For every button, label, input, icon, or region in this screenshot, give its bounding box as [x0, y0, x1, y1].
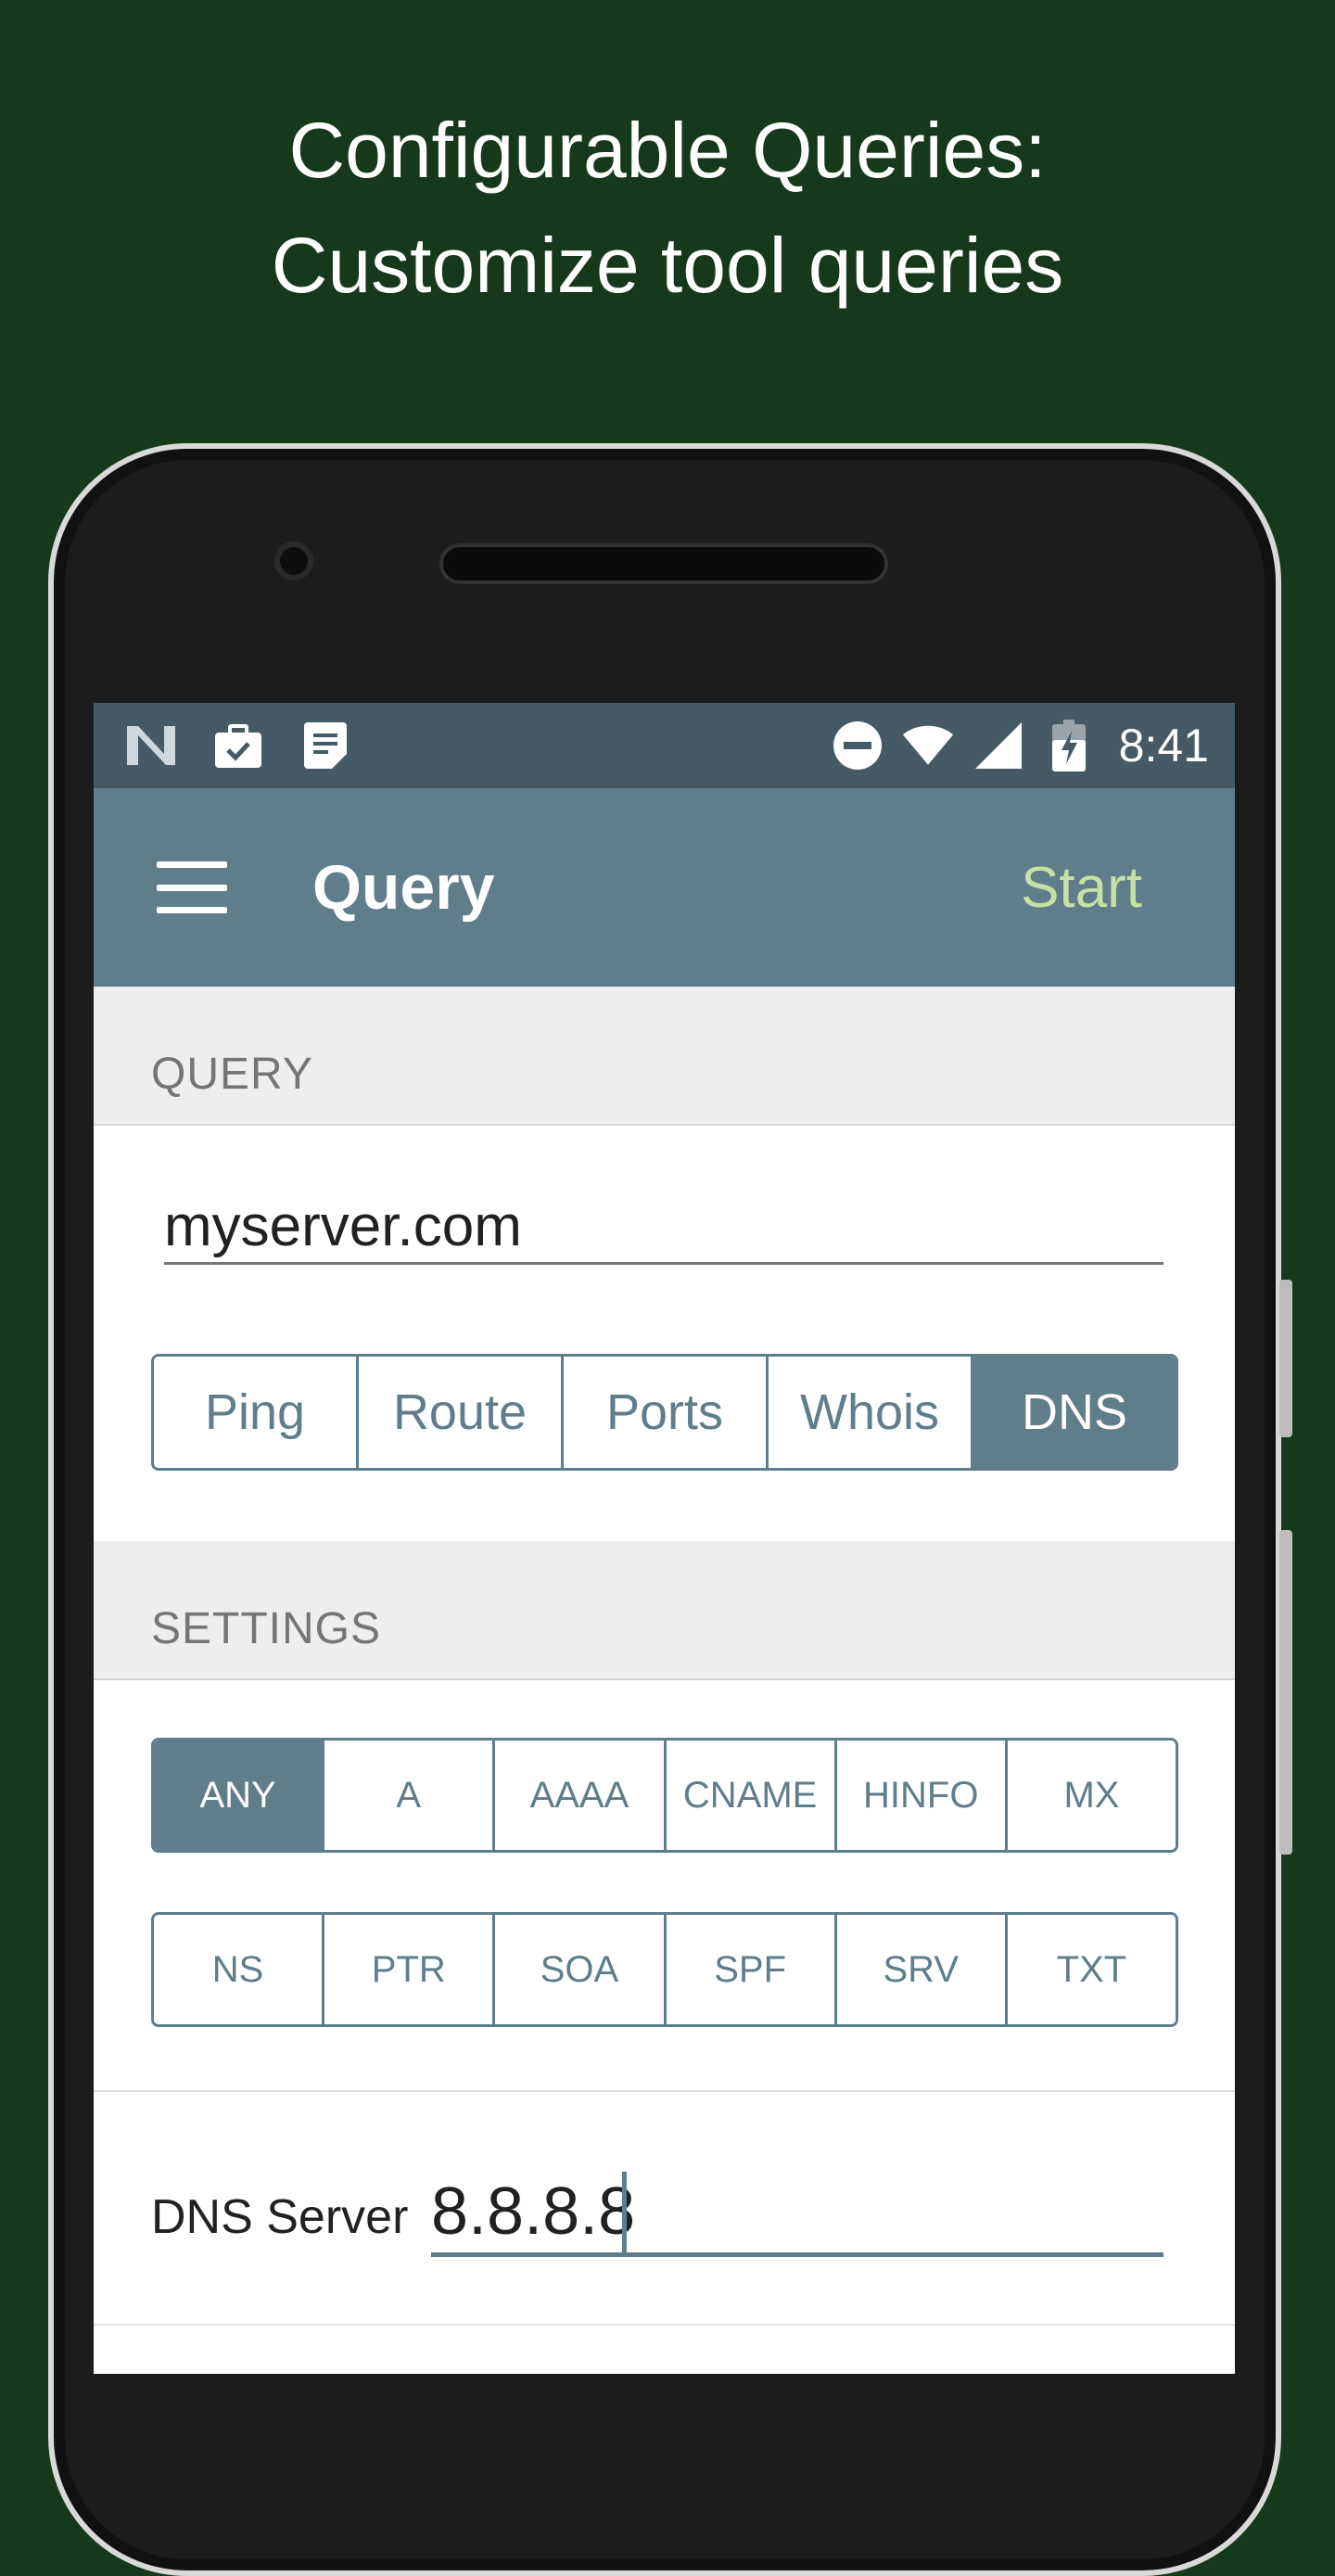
record-option-a[interactable]: A [324, 1741, 496, 1850]
notes-icon [299, 720, 351, 772]
settings-section-header: SETTINGS [94, 1541, 1235, 1680]
power-button [1279, 1280, 1292, 1437]
record-option-cname[interactable]: CNAME [666, 1741, 837, 1850]
record-option-soa[interactable]: SOA [495, 1915, 667, 2024]
work-briefcase-icon [212, 720, 264, 772]
do-not-disturb-icon [832, 720, 884, 772]
tool-option-route[interactable]: Route [359, 1357, 564, 1468]
cell-signal-icon [973, 720, 1024, 772]
tool-option-dns[interactable]: DNS [973, 1357, 1176, 1468]
record-type-row-1: ANY A AAAA CNAME HINFO MX [151, 1738, 1178, 1853]
promo-headline: Configurable Queries: Customize tool que… [0, 93, 1335, 323]
tool-option-ports[interactable]: Ports [564, 1357, 769, 1468]
status-bar: 8:41 [94, 703, 1235, 788]
tool-option-whois[interactable]: Whois [769, 1357, 973, 1468]
record-type-row-2: NS PTR SOA SPF SRV TXT [151, 1912, 1178, 2027]
start-button[interactable]: Start [1021, 855, 1142, 921]
status-time: 8:41 [1118, 720, 1209, 772]
record-option-aaaa[interactable]: AAAA [495, 1741, 667, 1850]
record-option-ptr[interactable]: PTR [324, 1915, 496, 2024]
wifi-icon [902, 720, 954, 772]
record-option-srv[interactable]: SRV [836, 1915, 1008, 2024]
record-option-mx[interactable]: MX [1007, 1741, 1176, 1850]
query-section-header: QUERY [94, 987, 1235, 1126]
page-title: Query [312, 852, 495, 923]
battery-charging-icon [1043, 720, 1095, 772]
earpiece-speaker [439, 543, 888, 584]
record-option-any[interactable]: ANY [154, 1741, 325, 1850]
query-input-row [94, 1126, 1235, 1283]
hamburger-menu-icon[interactable] [157, 861, 227, 913]
promo-line-2: Customize tool queries [271, 222, 1064, 309]
record-option-txt[interactable]: TXT [1007, 1915, 1176, 2024]
record-option-hinfo[interactable]: HINFO [836, 1741, 1008, 1850]
volume-button [1279, 1530, 1292, 1855]
dns-server-label: DNS Server [151, 2190, 409, 2244]
promo-line-1: Configurable Queries: [288, 107, 1047, 194]
record-option-spf[interactable]: SPF [666, 1915, 837, 2024]
text-cursor [622, 2172, 627, 2253]
record-type-area: ANY A AAAA CNAME HINFO MX NS PTR SOA SPF… [94, 1680, 1235, 2092]
record-option-ns[interactable]: NS [154, 1915, 325, 2024]
query-host-input[interactable] [164, 1191, 1163, 1265]
n-logo-icon [125, 720, 177, 772]
dns-server-input[interactable] [431, 2170, 1163, 2257]
app-bar: Query Start [94, 788, 1235, 987]
tool-segmented-control: Ping Route Ports Whois DNS [151, 1354, 1178, 1471]
phone-screen: 8:41 Query Start QUERY Ping Route Ports … [94, 703, 1235, 2374]
tool-option-ping[interactable]: Ping [154, 1357, 359, 1468]
front-camera [274, 542, 313, 580]
tool-selector-area: Ping Route Ports Whois DNS [94, 1283, 1235, 1541]
dns-server-row: DNS Server [94, 2092, 1235, 2326]
